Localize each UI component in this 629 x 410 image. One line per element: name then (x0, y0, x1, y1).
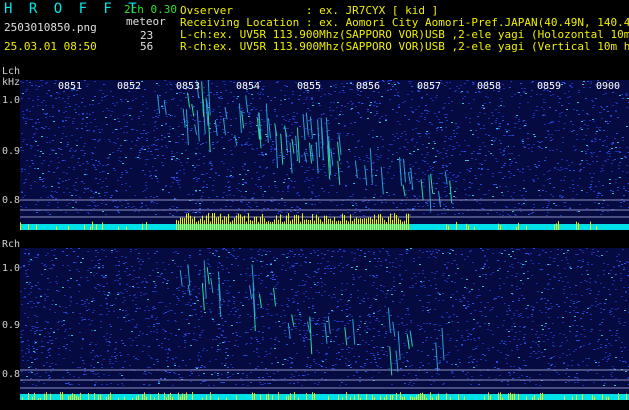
filename-label: 2503010850.png (4, 21, 97, 34)
lch-info-line: L-ch:ex. UV5R 113.900Mhz(SAPPORO VOR)USB… (180, 28, 629, 41)
lch-spectrogram (20, 80, 629, 230)
rch-ytick-1: 1.0 (2, 263, 21, 274)
time-tick-0852: 0852 (117, 81, 142, 92)
lch-ytick-2: 0.9 (2, 146, 21, 157)
time-tick-0858: 0858 (477, 81, 502, 92)
rch-info-line: R-ch:ex. UV5R 113.900Mhz(SAPPORO VOR)USB… (180, 40, 629, 53)
time-tick-0900: 0900 (596, 81, 621, 92)
rch-channel-label: Rch (2, 239, 21, 250)
datetime-label: 25.03.01 08:50 (4, 40, 97, 53)
hroft-spectrogram-screen: H R O F F T 2ch 0.30 meteor 2503010850.p… (0, 0, 629, 410)
lch-ytick-1: 1.0 (2, 95, 21, 106)
lch-channel-label: Lch (2, 66, 21, 77)
spectrogram-background (20, 80, 629, 230)
footer-band (0, 400, 629, 410)
app-brand: H R O F F T (4, 1, 141, 17)
program-type-label: meteor (126, 15, 166, 28)
time-tick-0853: 0853 (176, 81, 201, 92)
time-tick-0857: 0857 (417, 81, 442, 92)
time-tick-0854: 0854 (236, 81, 261, 92)
rch-ytick-2: 0.9 (2, 320, 21, 331)
time-tick-0859: 0859 (537, 81, 562, 92)
rch-count: 56 (140, 40, 154, 53)
khz-unit-label: kHz (2, 77, 21, 88)
time-tick-0855: 0855 (297, 81, 322, 92)
lch-ytick-3: 0.8 (2, 195, 21, 206)
channel-mode-label: 2ch 0.30 (124, 3, 177, 16)
time-tick-0851: 0851 (58, 81, 83, 92)
location-line: Receiving Location : ex. Aomori City Aom… (180, 16, 629, 29)
time-tick-0856: 0856 (356, 81, 381, 92)
observer-line: Ovserver : ex. JR7CYX [ kid ] (180, 4, 439, 17)
rch-ytick-3: 0.8 (2, 369, 21, 380)
rch-spectrogram (20, 248, 629, 400)
